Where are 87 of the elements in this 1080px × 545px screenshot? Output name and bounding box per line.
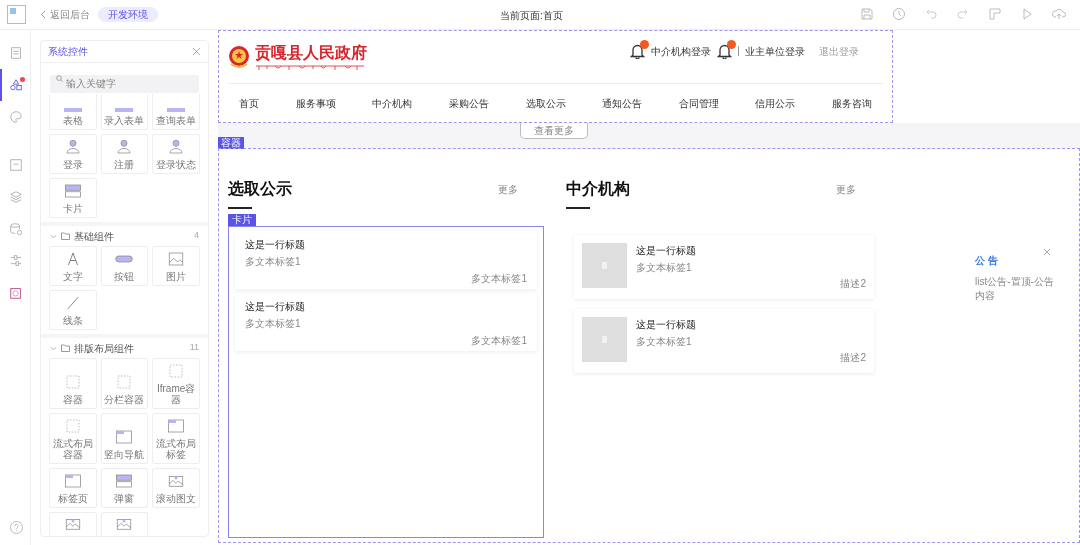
tile-label: Iframe容器 <box>156 383 197 405</box>
more-link[interactable]: 更多 <box>836 181 856 197</box>
tile-label: 竖向导航 <box>104 449 145 460</box>
component-tile[interactable]: 登录状态 <box>152 134 200 174</box>
notice-title: 公 告 <box>975 254 998 268</box>
login-link[interactable]: 退出登录 <box>819 43 859 59</box>
component-tile[interactable]: 流式布局容器 <box>49 413 97 464</box>
item-subtitle: 多文本标签1 <box>245 317 302 331</box>
site-title: 贡嘎县人民政府 <box>255 43 367 61</box>
nav-link[interactable]: 服务咨询 <box>832 95 872 111</box>
tile-label: 录入表单 <box>104 115 145 126</box>
current-page-label: 当前页面:首页 <box>500 9 563 23</box>
more-link[interactable]: 更多 <box>498 181 518 197</box>
item-title: 这是一行标题 <box>245 300 306 314</box>
component-tile[interactable]: 登录 <box>49 134 97 174</box>
nav-link[interactable]: 中介机构 <box>372 95 413 111</box>
tile-label: 文字 <box>62 271 83 282</box>
component-tile[interactable]: 按钮 <box>100 246 149 286</box>
card-tag: 卡片 <box>228 214 256 226</box>
tile-label: 容器 <box>62 394 83 405</box>
tile-label: 分栏容器 <box>104 394 145 405</box>
tile-label: 流式布局标签 <box>155 438 198 460</box>
item-title: 这是一行标题 <box>636 244 697 258</box>
component-tile[interactable]: 分栏容器 <box>100 358 149 409</box>
nav-link[interactable]: 合同管理 <box>678 95 719 111</box>
component-tile[interactable]: 卡片 <box>49 178 97 218</box>
component-tile[interactable]: 注册 <box>100 134 149 174</box>
component-tile[interactable]: 录入表单 <box>100 94 149 130</box>
tile-label: 登录状态 <box>156 159 197 170</box>
component-tile[interactable]: 图片 <box>152 246 200 286</box>
tile-label: 查询表单 <box>156 115 197 126</box>
list-card[interactable]: 这是一行标题 多文本标签1 多文本标签1 <box>235 293 537 351</box>
tile-label: 注册 <box>114 159 135 170</box>
item-title: 这是一行标题 <box>245 238 306 252</box>
item-note: 描述2 <box>840 277 866 291</box>
section-heading: 选取公示 <box>228 179 292 199</box>
tile-label: 登录 <box>62 159 83 170</box>
component-tile[interactable]: 标签页 <box>49 468 97 508</box>
notice-text: list公告-置顶-公告内容 <box>975 275 1055 303</box>
component-tile[interactable]: 文字 <box>49 246 97 286</box>
tile-label: 图片 <box>166 271 187 282</box>
container-tag: 容器 <box>218 137 244 149</box>
component-tile[interactable]: 弹窗 <box>100 468 149 508</box>
tile-label: 弹窗 <box>114 493 135 504</box>
component-tile[interactable]: 查询表单 <box>152 94 200 130</box>
tile-label: 表格 <box>62 115 83 126</box>
nav-link[interactable]: 信用公示 <box>755 95 796 111</box>
item-note: 多文本标签1 <box>471 334 527 348</box>
item-subtitle: 多文本标签1 <box>636 261 693 275</box>
component-tile[interactable]: 流式布局标签 <box>152 413 200 464</box>
tile-label: 标签页 <box>57 493 88 504</box>
section-title: 基础组件 <box>74 229 114 244</box>
nav-link[interactable]: 首页 <box>239 95 259 111</box>
item-subtitle: 多文本标签1 <box>636 335 693 349</box>
tile-label: 按钮 <box>114 271 135 282</box>
tile-label: 卡片 <box>62 203 83 214</box>
section-heading: 中介机构 <box>566 179 630 199</box>
tile-label: 线条 <box>62 315 83 326</box>
component-tile[interactable]: 竖向导航 <box>100 413 149 464</box>
login-link[interactable]: 业主单位登录 <box>745 43 805 59</box>
list-card[interactable]: 这是一行标题 多文本标签1 描述2 <box>574 235 874 299</box>
tile-label: 滚动图文 <box>156 493 197 504</box>
environment-badge: 开发环境 <box>98 7 158 22</box>
nav-link[interactable]: 服务事项 <box>295 95 336 111</box>
component-tile[interactable]: 线条 <box>49 290 97 330</box>
item-title: 这是一行标题 <box>636 318 697 332</box>
back-link[interactable]: 返回后台 <box>40 7 90 22</box>
section-count: 4 <box>194 229 199 243</box>
list-card[interactable]: 这是一行标题 多文本标签1 多文本标签1 <box>235 231 537 289</box>
component-tile[interactable]: 滚动图文 <box>152 468 200 508</box>
item-note: 多文本标签1 <box>471 272 527 286</box>
component-tile[interactable]: Iframe容器 <box>152 358 200 409</box>
nav-link[interactable]: 通知公告 <box>602 95 643 111</box>
section-count: 11 <box>189 341 199 355</box>
tile-label: 流式布局容器 <box>51 438 94 460</box>
list-card[interactable]: 这是一行标题 多文本标签1 描述2 <box>574 309 874 373</box>
nav-link[interactable]: 采购公告 <box>448 95 489 111</box>
item-subtitle: 多文本标签1 <box>245 255 302 269</box>
component-tile[interactable]: 容器 <box>49 358 97 409</box>
nav-link[interactable]: 选取公示 <box>525 95 566 111</box>
search-field[interactable]: 输入关键字 <box>50 74 199 93</box>
login-link[interactable]: 中介机构登录 <box>651 43 711 59</box>
component-tile[interactable]: 表格 <box>49 94 97 130</box>
panel-title: 系统控件 <box>48 45 88 59</box>
view-more-button[interactable]: 查看更多 <box>520 123 588 139</box>
item-note: 描述2 <box>840 351 866 365</box>
section-title: 排版布局组件 <box>74 341 134 356</box>
